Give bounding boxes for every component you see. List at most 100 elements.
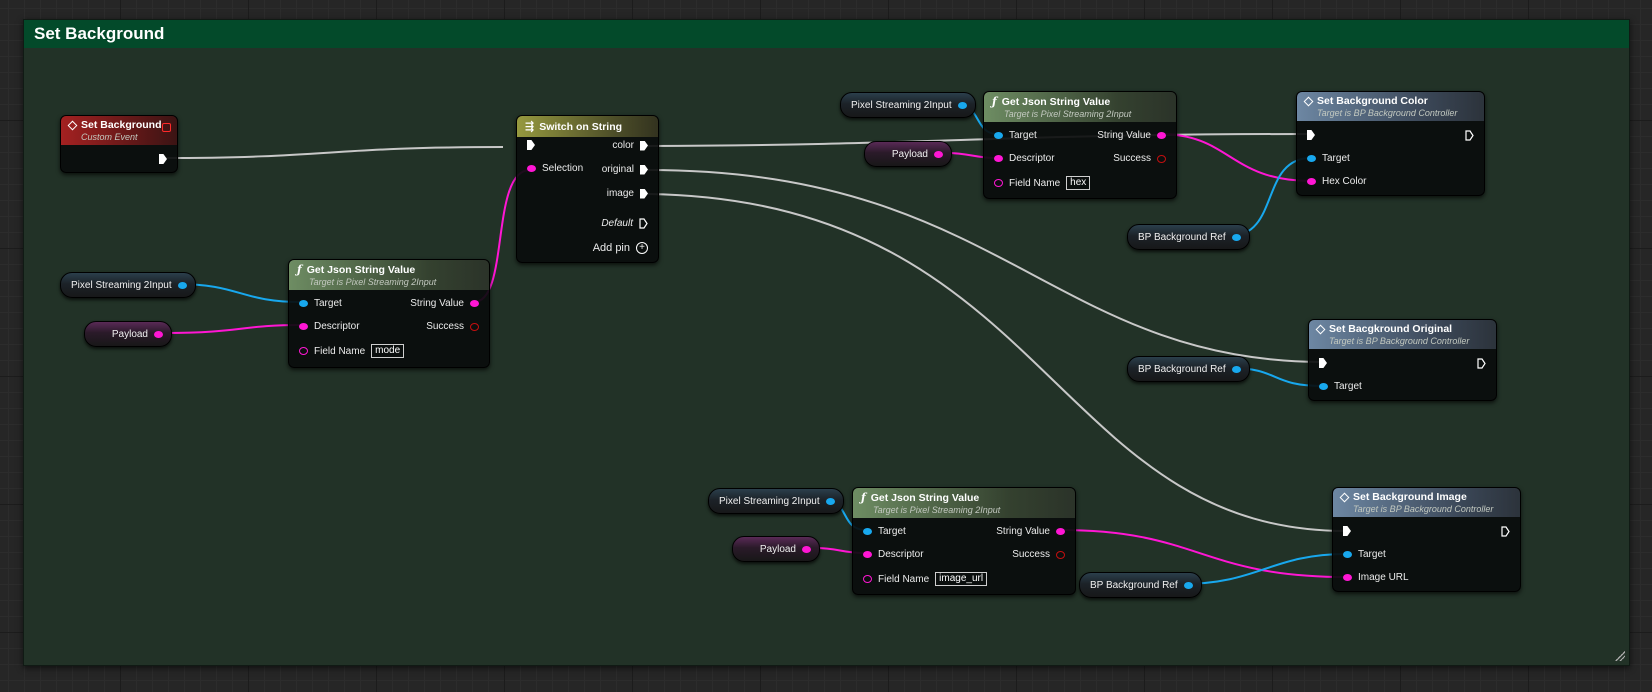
node-subtitle: Target is Pixel Streaming 2Input bbox=[873, 505, 1001, 515]
object-pin[interactable] bbox=[1231, 233, 1241, 241]
object-pin[interactable] bbox=[957, 101, 967, 109]
string-pin-empty bbox=[994, 179, 1003, 187]
node-title: Get Json String Value bbox=[870, 491, 980, 504]
custom-event-header[interactable]: Set Background Custom Event bbox=[61, 116, 177, 145]
field-name-input[interactable]: image_url bbox=[935, 572, 988, 586]
pin-out-original[interactable]: original bbox=[602, 164, 648, 175]
object-pin bbox=[299, 300, 308, 307]
exec-in-icon bbox=[1307, 130, 1315, 140]
pin-descriptor[interactable]: Descriptor bbox=[863, 549, 924, 560]
pin-target[interactable]: Target bbox=[1319, 381, 1362, 392]
string-pin-empty bbox=[863, 575, 872, 583]
switch-header[interactable]: ⇶ Switch on String bbox=[517, 116, 658, 137]
var-pixel-streaming-left[interactable]: Pixel Streaming 2Input bbox=[60, 272, 196, 298]
var-pixel-streaming-bottom[interactable]: Pixel Streaming 2Input bbox=[708, 488, 844, 514]
object-pin[interactable] bbox=[825, 497, 835, 505]
custom-event-node[interactable]: Set Background Custom Event bbox=[60, 115, 178, 173]
pin-field-name[interactable]: Field Name hex bbox=[994, 176, 1091, 190]
function-call-icon bbox=[1303, 96, 1314, 106]
get-json-hex-node[interactable]: ƒ Get Json String Value Target is Pixel S… bbox=[983, 91, 1177, 199]
string-pin[interactable] bbox=[802, 545, 811, 553]
pin-hex-color[interactable]: Hex Color bbox=[1307, 176, 1366, 187]
exec-wire-event-to-switch bbox=[163, 146, 504, 159]
set-original-header[interactable]: Set Bacgkround Original Target is BP Bac… bbox=[1309, 320, 1496, 349]
pin-success[interactable]: Success bbox=[426, 321, 479, 332]
set-background-color-node[interactable]: Set Background Color Target is BP Backgr… bbox=[1296, 91, 1485, 196]
get-json-mode-node[interactable]: ƒ Get Json String Value Target is Pixel S… bbox=[288, 259, 490, 368]
get-json-mode-header[interactable]: ƒ Get Json String Value Target is Pixel S… bbox=[289, 260, 489, 290]
pin-field-name[interactable]: Field Name mode bbox=[299, 344, 405, 358]
bool-pin bbox=[1157, 154, 1166, 163]
set-background-image-node[interactable]: Set Background Image Target is BP Backgr… bbox=[1332, 487, 1521, 592]
pin-target[interactable]: Target bbox=[1307, 153, 1350, 164]
var-label: Payload bbox=[759, 543, 796, 555]
event-exec-out[interactable] bbox=[159, 154, 167, 164]
field-name-input[interactable]: hex bbox=[1066, 176, 1091, 190]
pin-label: Hex Color bbox=[1322, 176, 1367, 187]
switch-on-string-node[interactable]: ⇶ Switch on String Selection color origin… bbox=[516, 115, 659, 263]
pin-out-color[interactable]: color bbox=[612, 140, 648, 151]
object-pin[interactable] bbox=[177, 281, 187, 289]
field-name-input[interactable]: mode bbox=[371, 344, 405, 358]
exec-in[interactable] bbox=[1343, 526, 1351, 536]
exec-out[interactable] bbox=[1501, 526, 1510, 537]
pin-label: Target bbox=[1358, 549, 1386, 560]
delegate-pin-icon[interactable] bbox=[162, 123, 171, 132]
var-label: Pixel Streaming 2Input bbox=[719, 495, 820, 507]
set-background-original-node[interactable]: Set Bacgkround Original Target is BP Bac… bbox=[1308, 319, 1497, 401]
pin-target[interactable]: Target bbox=[863, 526, 906, 537]
get-json-url-node[interactable]: ƒ Get Json String Value Target is Pixel S… bbox=[852, 487, 1076, 595]
var-payload-left[interactable]: Payload bbox=[84, 321, 172, 347]
get-json-hex-header[interactable]: ƒ Get Json String Value Target is Pixel S… bbox=[984, 92, 1176, 122]
set-image-header[interactable]: Set Background Image Target is BP Backgr… bbox=[1333, 488, 1520, 517]
add-pin-button[interactable]: + Add pin bbox=[593, 242, 648, 254]
object-pin bbox=[1343, 551, 1352, 558]
string-pin bbox=[994, 155, 1003, 162]
pin-string-value[interactable]: String Value bbox=[1097, 130, 1166, 141]
pin-label: Target bbox=[1334, 381, 1362, 392]
switch-exec-in[interactable] bbox=[527, 140, 535, 150]
function-icon: ƒ bbox=[861, 491, 866, 504]
pin-field-name[interactable]: Field Name image_url bbox=[863, 572, 988, 586]
exec-in-icon bbox=[1319, 358, 1327, 368]
pin-label: Field Name bbox=[878, 573, 930, 585]
string-pin[interactable] bbox=[934, 150, 943, 158]
wire-payload-left bbox=[165, 324, 303, 334]
exec-in[interactable] bbox=[1319, 358, 1327, 368]
get-json-url-header[interactable]: ƒ Get Json String Value Target is Pixel S… bbox=[853, 488, 1075, 518]
string-pin[interactable] bbox=[154, 330, 163, 338]
var-bp-ref-image[interactable]: BP Background Ref bbox=[1079, 572, 1202, 598]
exec-out[interactable] bbox=[1465, 130, 1474, 141]
var-payload-top[interactable]: Payload bbox=[864, 141, 952, 167]
object-pin[interactable] bbox=[1231, 365, 1241, 373]
bool-pin bbox=[1056, 550, 1065, 559]
pin-selection[interactable]: Selection bbox=[527, 163, 583, 174]
wire-bpref-image bbox=[1180, 553, 1348, 585]
pin-target[interactable]: Target bbox=[1343, 549, 1386, 560]
exec-out[interactable] bbox=[1477, 358, 1486, 369]
var-pixel-streaming-top[interactable]: Pixel Streaming 2Input bbox=[840, 92, 976, 118]
var-bp-ref-original[interactable]: BP Background Ref bbox=[1127, 356, 1250, 382]
string-pin bbox=[1343, 574, 1352, 581]
pin-target[interactable]: Target bbox=[994, 130, 1037, 141]
pin-success[interactable]: Success bbox=[1113, 153, 1166, 164]
pin-out-image[interactable]: image bbox=[607, 188, 648, 199]
exec-in[interactable] bbox=[1307, 130, 1315, 140]
pin-label: Success bbox=[1012, 549, 1050, 560]
pin-default[interactable]: Default bbox=[601, 218, 648, 229]
pin-descriptor[interactable]: Descriptor bbox=[299, 321, 360, 332]
pin-descriptor[interactable]: Descriptor bbox=[994, 153, 1055, 164]
event-icon bbox=[67, 120, 78, 130]
var-payload-bottom[interactable]: Payload bbox=[732, 536, 820, 562]
var-label: Payload bbox=[111, 328, 148, 340]
exec-out-empty-icon bbox=[1501, 526, 1510, 537]
exec-out-empty-icon bbox=[639, 218, 648, 229]
pin-success[interactable]: Success bbox=[1012, 549, 1065, 560]
object-pin[interactable] bbox=[1183, 581, 1193, 589]
var-bp-ref-color[interactable]: BP Background Ref bbox=[1127, 224, 1250, 250]
pin-image-url[interactable]: Image URL bbox=[1343, 572, 1409, 583]
pin-string-value[interactable]: String Value bbox=[996, 526, 1065, 537]
pin-target[interactable]: Target bbox=[299, 298, 342, 309]
set-color-header[interactable]: Set Background Color Target is BP Backgr… bbox=[1297, 92, 1484, 121]
pin-string-value[interactable]: String Value bbox=[410, 298, 479, 309]
